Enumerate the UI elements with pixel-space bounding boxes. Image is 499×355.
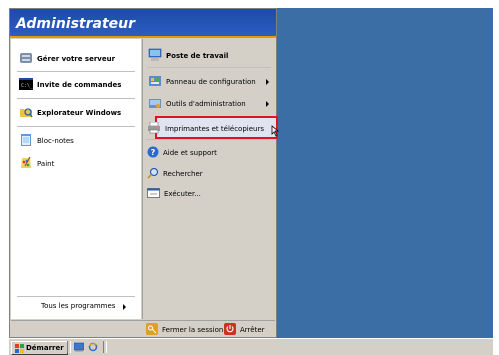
- start-menu: Administrateur Gérer votre serveur C:\_ …: [9, 8, 280, 338]
- taskbar-separator: [67, 341, 71, 353]
- menu-item-run[interactable]: Exécuter...: [147, 188, 201, 200]
- menu-item-control-panel[interactable]: Panneau de configuration: [148, 74, 256, 90]
- menu-item-label: Poste de travail: [166, 51, 229, 60]
- taskbar-separator: [103, 341, 107, 353]
- power-icon: [224, 323, 236, 337]
- separator: [17, 296, 135, 297]
- help-icon: ?: [147, 146, 159, 160]
- shutdown-label: Arrêter: [240, 325, 265, 334]
- separator: [147, 67, 271, 68]
- menu-item-label: Rechercher: [163, 169, 203, 178]
- menu-item-label: Bloc-notes: [37, 136, 74, 145]
- menu-item-label: Outils d'administration: [166, 99, 246, 108]
- menu-item-printers-faxes[interactable]: Imprimantes et télécopieurs: [147, 121, 264, 136]
- menu-item-label: Exécuter...: [164, 189, 201, 198]
- all-programs-button[interactable]: Tous les programmes: [41, 302, 127, 311]
- menu-item-label: Invite de commandes: [37, 80, 122, 89]
- show-desktop-icon[interactable]: [73, 341, 85, 353]
- server-icon: [19, 51, 33, 67]
- menu-item-paint[interactable]: Paint: [19, 156, 54, 172]
- separator: [17, 126, 135, 127]
- menu-item-label: Panneau de configuration: [166, 77, 256, 86]
- menu-item-manage-server[interactable]: Gérer votre serveur: [19, 51, 115, 67]
- run-icon: [147, 188, 160, 200]
- menu-item-label: Explorateur Windows: [37, 108, 122, 117]
- start-menu-footer: Fermer la session Arrêter: [11, 320, 275, 337]
- control-panel-icon: [148, 74, 162, 90]
- notepad-icon: [19, 133, 33, 149]
- computer-icon: [148, 48, 162, 64]
- menu-item-admin-tools[interactable]: Outils d'administration: [148, 96, 246, 112]
- logoff-key-icon: [146, 323, 158, 337]
- menu-item-command-prompt[interactable]: C:\_ Invite de commandes: [19, 78, 121, 92]
- mouse-cursor-icon: [271, 125, 280, 139]
- explorer-icon: [19, 105, 33, 121]
- logoff-label: Fermer la session: [162, 325, 224, 334]
- separator: [146, 139, 270, 140]
- menu-item-help-support[interactable]: ? Aide et support: [147, 146, 217, 160]
- start-button-label: Démarrer: [26, 344, 64, 352]
- separator: [17, 71, 135, 72]
- start-button[interactable]: Démarrer: [11, 341, 68, 355]
- svg-text:?: ?: [151, 148, 156, 157]
- separator: [17, 98, 135, 99]
- taskbar: Démarrer: [9, 338, 493, 355]
- arrow-right-icon: [123, 303, 127, 310]
- internet-explorer-icon[interactable]: [87, 341, 99, 353]
- svg-text:C:\_: C:\_: [21, 83, 33, 89]
- menu-item-label: Aide et support: [163, 148, 217, 157]
- menu-item-notepad[interactable]: Bloc-notes: [19, 133, 74, 149]
- search-icon: [147, 167, 159, 181]
- menu-item-my-computer[interactable]: Poste de travail: [148, 48, 228, 64]
- windows-logo-icon: [15, 343, 24, 353]
- all-programs-label: Tous les programmes: [41, 302, 116, 310]
- menu-item-windows-explorer[interactable]: Explorateur Windows: [19, 105, 121, 121]
- command-prompt-icon: C:\_: [19, 78, 34, 92]
- admin-tools-icon: [148, 96, 162, 112]
- menu-item-label: Imprimantes et télécopieurs: [165, 124, 264, 133]
- menu-item-label: Paint: [37, 159, 55, 168]
- start-menu-pinned-column: Gérer votre serveur C:\_ Invite de comma…: [11, 39, 141, 319]
- logoff-button[interactable]: Fermer la session: [146, 323, 223, 337]
- shutdown-button[interactable]: Arrêter: [224, 323, 265, 337]
- user-name-header: Administrateur: [10, 9, 276, 38]
- submenu-arrow-icon: [266, 101, 269, 107]
- menu-item-label: Gérer votre serveur: [37, 54, 116, 63]
- submenu-arrow-icon: [266, 79, 269, 85]
- printer-icon: [147, 121, 161, 136]
- paint-icon: [19, 156, 33, 172]
- menu-item-search[interactable]: Rechercher: [147, 167, 203, 181]
